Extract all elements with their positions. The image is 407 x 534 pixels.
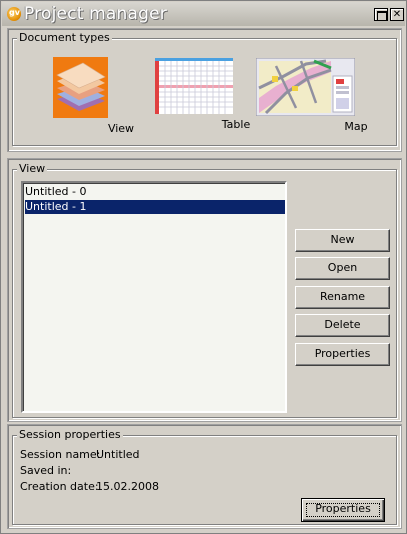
table-grid-icon [155,58,233,114]
close-button[interactable]: ✕ [390,8,404,21]
view-legend: View [17,162,48,175]
doc-type-view[interactable]: View [41,56,134,136]
doc-type-table[interactable]: Table [151,56,250,136]
view-list[interactable]: Untitled - 0 Untitled - 1 [21,181,287,413]
new-button[interactable]: New [295,229,390,252]
creation-date-label: Creation date: [20,480,99,493]
session-name-label: Session name: [20,448,101,461]
list-item-selected[interactable]: Untitled - 1 [25,200,285,214]
focus-rect [306,503,380,517]
saved-in-label: Saved in: [20,464,72,477]
doc-type-map[interactable]: Map [256,56,368,136]
rename-button[interactable]: Rename [295,286,390,309]
window-title: Project manager [24,4,167,24]
maximize-button[interactable] [374,8,388,21]
session-properties-button[interactable]: Properties [301,498,385,522]
title-bar[interactable]: gv Project manager ✕ [2,2,405,26]
open-button[interactable]: Open [295,257,390,280]
gvsig-app-icon: gv [7,7,21,21]
session-name-value: Untitled [96,448,140,461]
view-properties-button[interactable]: Properties [295,343,390,366]
delete-button[interactable]: Delete [295,314,390,337]
doc-type-map-label: Map [344,120,368,133]
session-properties-legend: Session properties [17,428,123,441]
creation-date-value: 15.02.2008 [96,480,159,493]
map-icon [256,58,355,116]
doc-type-view-label: View [107,122,135,135]
project-manager-window: gv Project manager ✕ Document types View [0,0,407,534]
list-item[interactable]: Untitled - 0 [25,185,285,199]
document-types-legend: Document types [17,31,112,44]
view-layers-icon [53,57,108,118]
